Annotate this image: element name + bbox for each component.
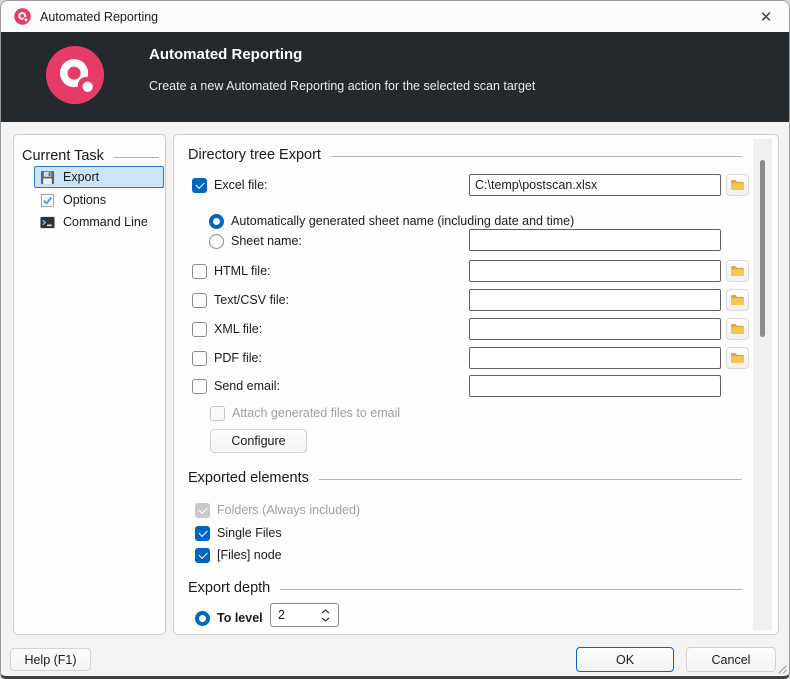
auto-sheet-name-row[interactable]: Automatically generated sheet name (incl…	[209, 212, 574, 230]
header-title: Automated Reporting	[149, 46, 302, 63]
sidebar-item-label: Command Line	[63, 215, 148, 229]
xml-file-label: XML file:	[214, 322, 262, 336]
vertical-scrollbar[interactable]	[753, 139, 772, 630]
auto-sheet-name-radio[interactable]	[209, 214, 224, 229]
files-node-checkbox[interactable]	[195, 548, 210, 563]
xml-file-row[interactable]: XML file:	[192, 320, 262, 338]
sheet-name-label: Sheet name:	[231, 234, 302, 248]
ok-button[interactable]: OK	[576, 647, 674, 672]
send-email-row[interactable]: Send email:	[192, 377, 280, 395]
pdf-file-row[interactable]: PDF file:	[192, 349, 262, 367]
to-level-radio[interactable]	[195, 611, 210, 626]
pdf-file-checkbox[interactable]	[192, 351, 207, 366]
to-level-label: To level	[217, 611, 263, 625]
sidebar-item-options[interactable]: Options	[34, 189, 164, 211]
html-file-checkbox[interactable]	[192, 264, 207, 279]
level-value: 2	[278, 608, 321, 622]
folders-checkbox	[195, 503, 210, 518]
folder-icon	[730, 323, 745, 335]
folder-icon	[730, 179, 745, 191]
excel-browse-button[interactable]	[726, 174, 749, 196]
excel-file-label: Excel file:	[214, 178, 268, 192]
floppy-disk-icon	[40, 170, 55, 185]
send-email-input[interactable]	[469, 375, 721, 397]
level-spinner[interactable]: 2	[270, 603, 339, 627]
configure-button[interactable]: Configure	[210, 429, 307, 453]
header-subtitle: Create a new Automated Reporting action …	[149, 79, 535, 93]
sidebar-item-command-line[interactable]: Command Line	[34, 211, 164, 233]
sidebar-item-label: Export	[63, 170, 99, 184]
close-button[interactable]: ✕	[743, 1, 789, 32]
export-settings-panel: Directory tree Export Excel file: Automa…	[173, 134, 779, 635]
html-browse-button[interactable]	[726, 260, 749, 282]
current-task-group-title: Current Task	[22, 148, 159, 164]
files-node-row[interactable]: [Files] node	[195, 546, 282, 564]
pdf-file-input[interactable]	[469, 347, 721, 369]
sheet-name-input[interactable]	[469, 229, 721, 251]
sheet-name-row[interactable]: Sheet name:	[209, 232, 302, 250]
folder-icon	[730, 352, 745, 364]
scrollbar-thumb[interactable]	[760, 160, 765, 337]
pdf-browse-button[interactable]	[726, 347, 749, 369]
exported-elements-title: Exported elements	[188, 470, 742, 486]
attach-files-checkbox	[210, 406, 225, 421]
directory-tree-export-title: Directory tree Export	[188, 147, 742, 163]
csv-browse-button[interactable]	[726, 289, 749, 311]
auto-sheet-name-label: Automatically generated sheet name (incl…	[231, 214, 574, 228]
csv-file-label: Text/CSV file:	[214, 293, 289, 307]
xml-file-checkbox[interactable]	[192, 322, 207, 337]
single-files-label: Single Files	[217, 526, 282, 540]
brand-logo-icon	[45, 45, 105, 105]
excel-file-row[interactable]: Excel file:	[192, 176, 268, 194]
folder-icon	[730, 265, 745, 277]
html-file-input[interactable]	[469, 260, 721, 282]
csv-file-row[interactable]: Text/CSV file:	[192, 291, 289, 309]
excel-file-input[interactable]	[469, 174, 721, 196]
html-file-label: HTML file:	[214, 264, 271, 278]
single-files-row[interactable]: Single Files	[195, 524, 282, 542]
window-title: Automated Reporting	[40, 10, 158, 24]
cancel-button[interactable]: Cancel	[686, 647, 776, 672]
send-email-checkbox[interactable]	[192, 379, 207, 394]
attach-files-row: Attach generated files to email	[210, 404, 400, 422]
close-icon: ✕	[760, 8, 773, 26]
help-button[interactable]: Help (F1)	[10, 648, 91, 671]
folder-icon	[730, 294, 745, 306]
csv-file-input[interactable]	[469, 289, 721, 311]
to-level-row[interactable]: To level	[195, 609, 263, 627]
single-files-checkbox[interactable]	[195, 526, 210, 541]
xml-browse-button[interactable]	[726, 318, 749, 340]
checkbox-icon	[40, 193, 55, 208]
terminal-icon	[40, 215, 55, 230]
files-node-label: [Files] node	[217, 548, 282, 562]
sidebar-item-export[interactable]: Export	[34, 166, 164, 188]
csv-file-checkbox[interactable]	[192, 293, 207, 308]
attach-files-label: Attach generated files to email	[232, 406, 400, 420]
folders-row: Folders (Always included)	[195, 501, 360, 519]
dialog-window: Automated Reporting ✕ Automated Reportin…	[0, 0, 790, 679]
folders-label: Folders (Always included)	[217, 503, 360, 517]
title-bar: Automated Reporting ✕	[1, 1, 789, 32]
current-task-panel: Current Task Export Options	[13, 134, 166, 635]
xml-file-input[interactable]	[469, 318, 721, 340]
spinner-up-icon[interactable]	[321, 609, 330, 614]
spinner-down-icon[interactable]	[321, 617, 330, 622]
sidebar-item-label: Options	[63, 193, 106, 207]
send-email-label: Send email:	[214, 379, 280, 393]
sheet-name-radio[interactable]	[209, 234, 224, 249]
excel-file-checkbox[interactable]	[192, 178, 207, 193]
pdf-file-label: PDF file:	[214, 351, 262, 365]
html-file-row[interactable]: HTML file:	[192, 262, 271, 280]
export-depth-title: Export depth	[188, 580, 742, 596]
resize-grip[interactable]	[778, 665, 787, 674]
dialog-header: Automated Reporting Create a new Automat…	[1, 32, 789, 122]
app-logo-icon	[14, 8, 31, 25]
